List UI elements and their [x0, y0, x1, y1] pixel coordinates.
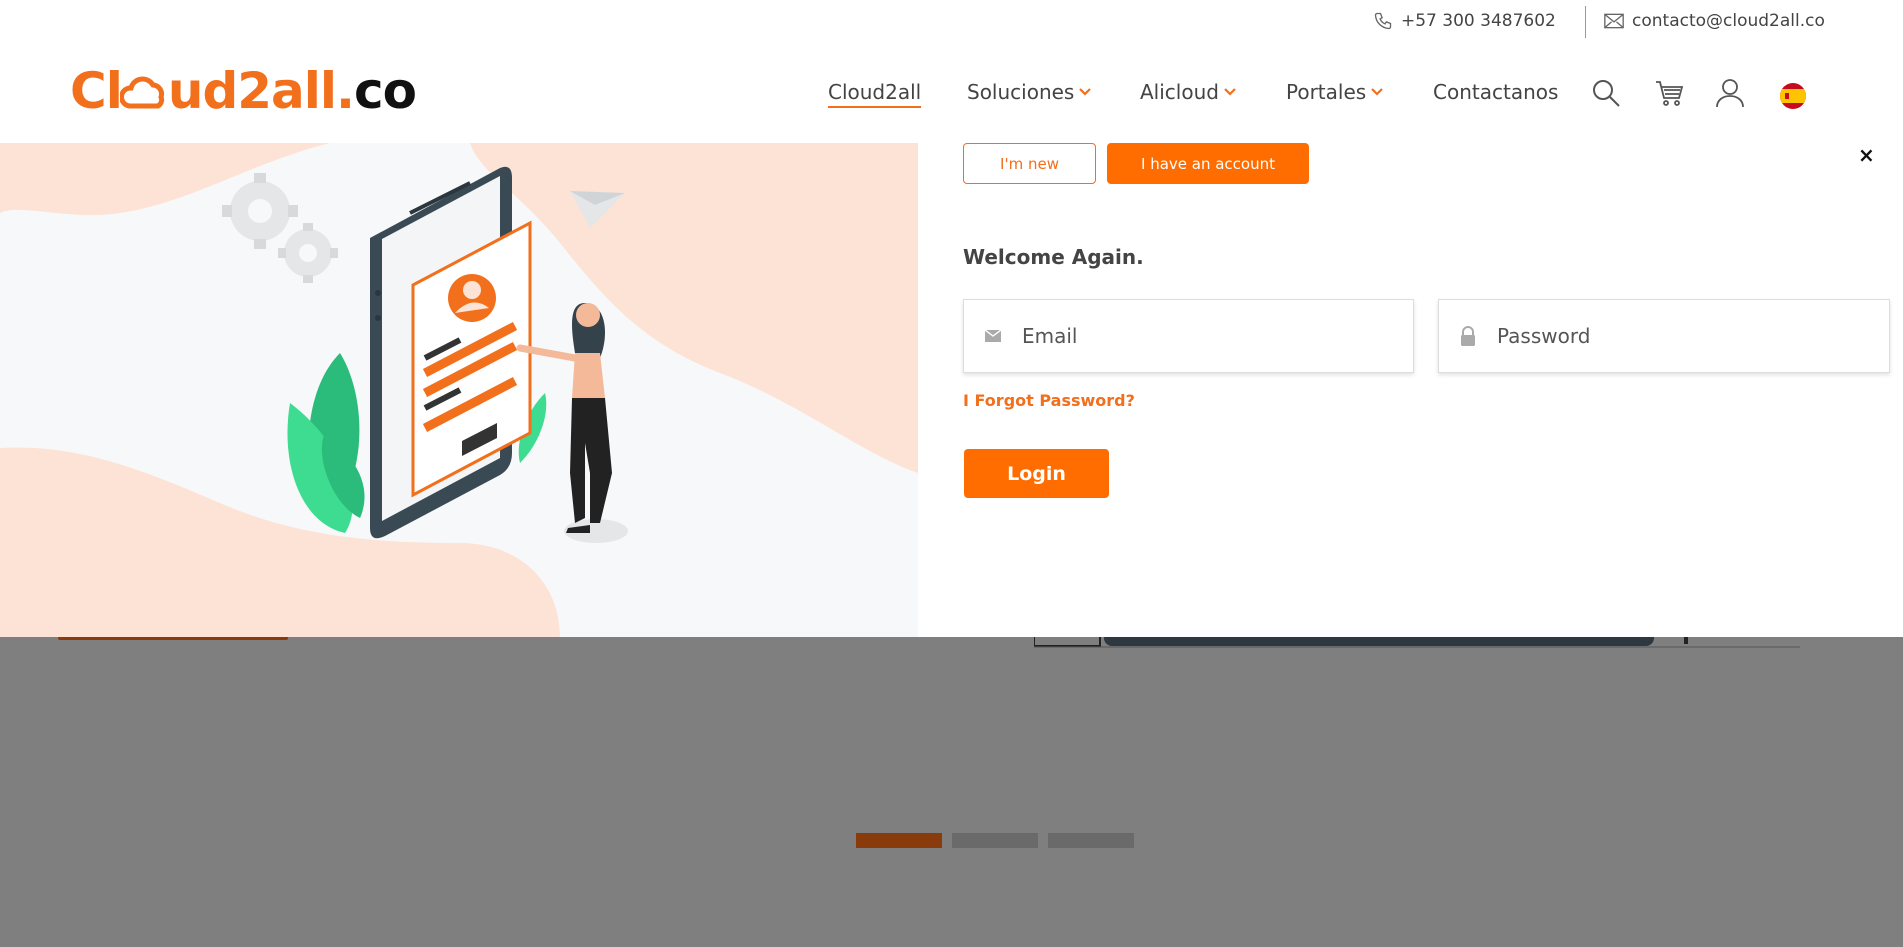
- login-button[interactable]: Login: [964, 449, 1109, 498]
- cart-icon[interactable]: [1654, 78, 1684, 108]
- search-icon[interactable]: [1591, 78, 1621, 108]
- envelope-icon: [964, 330, 1022, 342]
- email-field[interactable]: [963, 299, 1414, 373]
- nav-item-alicloud[interactable]: Alicloud: [1140, 80, 1237, 104]
- nav-item-soluciones[interactable]: Soluciones: [967, 80, 1092, 104]
- im-new-tab[interactable]: I'm new: [963, 143, 1096, 184]
- close-icon[interactable]: ×: [1858, 143, 1875, 167]
- login-modal: I'm new I have an account × Welcome Agai…: [0, 143, 1903, 637]
- welcome-heading: Welcome Again.: [963, 245, 1144, 269]
- password-field[interactable]: [1438, 299, 1890, 373]
- top-contact-bar: +57 300 3487602 contacto@cloud2all.co: [0, 0, 1903, 44]
- topbar-divider: [1585, 6, 1586, 38]
- nav-item-contactanos[interactable]: Contactanos: [1433, 80, 1558, 104]
- nav-item-portales[interactable]: Portales: [1286, 80, 1384, 104]
- password-input[interactable]: [1497, 300, 1889, 372]
- have-account-tab[interactable]: I have an account: [1107, 143, 1309, 184]
- slider-pagination: [856, 833, 1134, 848]
- email-address: contacto@cloud2all.co: [1632, 11, 1825, 31]
- site-header: +57 300 3487602 contacto@cloud2all.co Cl…: [0, 0, 1903, 143]
- nav-item-cloud2all[interactable]: Cloud2all: [828, 80, 922, 108]
- phone-link[interactable]: +57 300 3487602: [1373, 11, 1556, 31]
- slider-dot-3[interactable]: [1048, 833, 1134, 848]
- slider-dot-1[interactable]: [856, 833, 942, 848]
- spain-flag-icon[interactable]: [1779, 82, 1807, 110]
- chevron-down-icon: [1224, 88, 1236, 96]
- chevron-down-icon: [1371, 88, 1383, 96]
- mail-icon: [1604, 13, 1624, 29]
- phone-icon: [1374, 12, 1392, 30]
- email-input[interactable]: [1022, 300, 1413, 372]
- user-icon[interactable]: [1715, 78, 1745, 108]
- forgot-password-link[interactable]: I Forgot Password?: [963, 391, 1135, 410]
- email-link[interactable]: contacto@cloud2all.co: [1604, 11, 1825, 31]
- lock-icon: [1439, 326, 1497, 346]
- login-illustration: [0, 143, 918, 637]
- slider-dot-2[interactable]: [952, 833, 1038, 848]
- phone-number: +57 300 3487602: [1401, 11, 1556, 31]
- signup-illustration-image: [0, 143, 918, 637]
- chevron-down-icon: [1079, 88, 1092, 96]
